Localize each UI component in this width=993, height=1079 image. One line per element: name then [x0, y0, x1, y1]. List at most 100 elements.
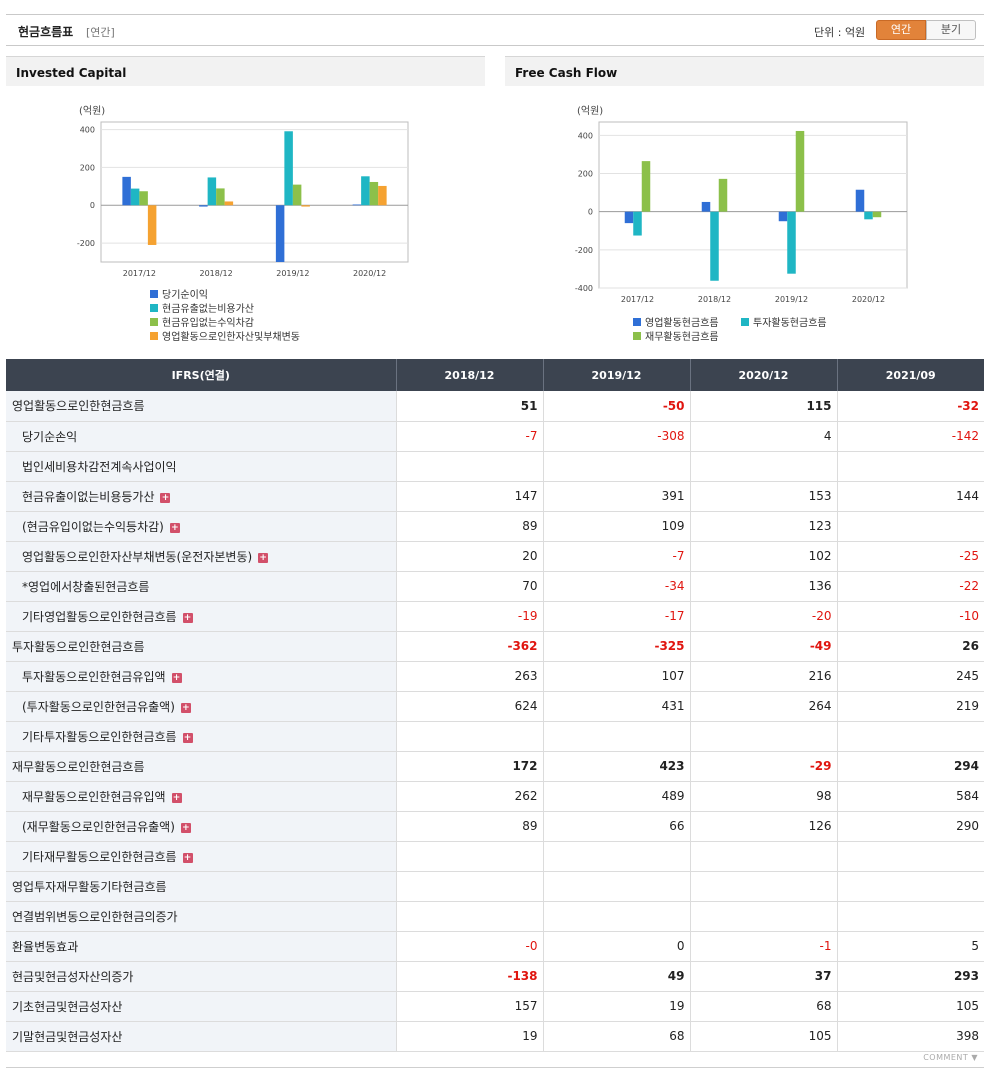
value-cell: 51: [395, 391, 543, 422]
legend-label: 영업활동으로인한자산및부채변동: [162, 330, 300, 343]
expand-icon[interactable]: +: [182, 732, 193, 743]
bar: [130, 188, 140, 206]
value-cell: 89: [395, 511, 543, 542]
expand-icon[interactable]: +: [180, 702, 191, 713]
legend-swatch: [633, 318, 641, 326]
value-cell: 102: [689, 541, 837, 572]
comment-toggle[interactable]: COMMENT ▼: [923, 1053, 978, 1062]
chart-title: Invested Capital: [6, 56, 485, 86]
value-cell: 172: [395, 751, 543, 782]
table-row: 기타재무활동으로인한현금흐름 +: [6, 841, 984, 872]
value-cell: -7: [395, 421, 543, 452]
bar: [361, 176, 370, 206]
free-cash-flow-panel: Free Cash Flow (억원) 400 200 0 -200 -400 2017/1…: [505, 56, 984, 356]
value-cell: -325: [542, 631, 690, 662]
value-cell: [542, 451, 690, 482]
expand-icon[interactable]: +: [182, 852, 193, 863]
tab-annual[interactable]: 연간: [876, 20, 926, 40]
invested-capital-panel: Invested Capital (억원) 400 200 0 -200 2017/12 2…: [6, 56, 485, 356]
x-tick-label: 2017/12: [123, 269, 156, 278]
value-cell: [689, 871, 837, 902]
value-cell: 293: [836, 961, 984, 992]
row-label: 기타영업활동으로인한현금흐름: [22, 609, 177, 624]
value-cell: 157: [395, 991, 543, 1022]
bar: [352, 204, 362, 206]
x-tick-label: 2020/12: [353, 269, 386, 278]
value-cell: -362: [395, 631, 543, 662]
value-cell: 136: [689, 571, 837, 602]
row-label-cell: 투자활동으로인한현금유입액 +: [6, 661, 396, 692]
value-cell: 398: [836, 1021, 984, 1052]
row-label-cell: 현금유출이없는비용등가산 +: [6, 481, 396, 512]
bar: [778, 211, 788, 222]
y-tick-label: -200: [575, 246, 593, 255]
expand-icon[interactable]: +: [182, 612, 193, 623]
value-cell: 391: [542, 481, 690, 512]
legend-swatch: [633, 332, 641, 340]
bar: [292, 184, 302, 206]
legend-label: 투자활동현금흐름: [753, 316, 827, 329]
row-label: *영업에서창출된현금흐름: [22, 579, 150, 594]
row-label: 영업투자재무활동기타현금흐름: [12, 879, 167, 894]
legend-label: 현금유출없는비용가산: [162, 302, 254, 315]
row-label-cell: 영업투자재무활동기타현금흐름: [6, 871, 396, 902]
value-cell: -50: [542, 391, 690, 422]
row-label-cell: 기초현금및현금성자산: [6, 991, 396, 1022]
table-row: 재무활동으로인한현금흐름 172 423 -29 294: [6, 751, 984, 782]
row-label-cell: 당기순손익: [6, 421, 396, 452]
bar: [624, 211, 634, 224]
section-header: 현금흐름표 [연간] 단위 : 억원 연간 분기: [6, 14, 984, 46]
row-label-cell: (투자활동으로인한현금유출액) +: [6, 691, 396, 722]
expand-icon[interactable]: +: [169, 522, 180, 533]
tab-quarter[interactable]: 분기: [926, 20, 976, 40]
value-cell: 624: [395, 691, 543, 722]
y-unit-label: (억원): [577, 105, 603, 117]
bar: [641, 161, 651, 212]
value-cell: [542, 871, 690, 902]
y-tick-label: 200: [578, 170, 593, 179]
legend-label: 영업활동현금흐름: [645, 316, 719, 329]
row-label: 기타투자활동으로인한현금흐름: [22, 729, 177, 744]
value-cell: -19: [395, 601, 543, 632]
y-tick-label: 400: [578, 131, 593, 140]
x-tick-label: 2019/12: [276, 269, 309, 278]
table-header-row: IFRS(연결) 2018/12 2019/12 2020/12 2021/09: [6, 359, 984, 391]
value-cell: [836, 721, 984, 752]
row-label: 법인세비용차감전계속사업이익: [22, 459, 177, 474]
bar: [301, 205, 310, 207]
table-row: 현금유출이없는비용등가산 +147 391 153 144: [6, 481, 984, 512]
value-cell: 107: [542, 661, 690, 692]
row-label-cell: 기말현금및현금성자산: [6, 1021, 396, 1052]
table-row: 투자활동으로인한현금유입액 +263 107 216 245: [6, 661, 984, 692]
expand-icon[interactable]: +: [160, 492, 171, 503]
row-label: 현금및현금성자산의증가: [12, 969, 134, 984]
row-label-cell: (재무활동으로인한현금유출액) +: [6, 811, 396, 842]
unit-label: 단위 : 억원: [814, 26, 866, 39]
bar: [199, 205, 208, 207]
table-row: (현금유입이없는수익등차감) +89 109 123: [6, 511, 984, 542]
value-cell: 153: [689, 481, 837, 512]
value-cell: 0: [542, 931, 690, 962]
row-label: 기말현금및현금성자산: [12, 1029, 123, 1044]
expand-icon[interactable]: +: [171, 792, 182, 803]
x-tick-label: 2017/12: [621, 295, 654, 304]
expand-icon[interactable]: +: [171, 672, 182, 683]
expand-icon[interactable]: +: [180, 822, 191, 833]
value-cell: [395, 451, 543, 482]
row-label: 재무활동으로인한현금유입액: [22, 789, 166, 804]
table-row: 기타영업활동으로인한현금흐름 + -19 -17 -20 -10: [6, 601, 984, 632]
table-row: 환율변동효과 -0 0 -1 5: [6, 931, 984, 962]
value-cell: 423: [542, 751, 690, 782]
y-tick-label: 200: [80, 163, 95, 172]
value-cell: 4: [689, 421, 837, 452]
expand-icon[interactable]: +: [258, 552, 269, 563]
value-cell: 26: [836, 631, 984, 662]
value-cell: 105: [689, 1021, 837, 1052]
value-cell: 489: [542, 781, 690, 812]
legend-swatch: [150, 290, 158, 298]
table-row: 영업활동으로인한자산부채변동(운전자본변동) +20 -7 102 -25: [6, 541, 984, 572]
value-cell: -138: [395, 961, 543, 992]
value-cell: 264: [689, 691, 837, 722]
table-row: 투자활동으로인한현금흐름 -362 -325 -49 26: [6, 631, 984, 662]
bar: [275, 205, 285, 262]
